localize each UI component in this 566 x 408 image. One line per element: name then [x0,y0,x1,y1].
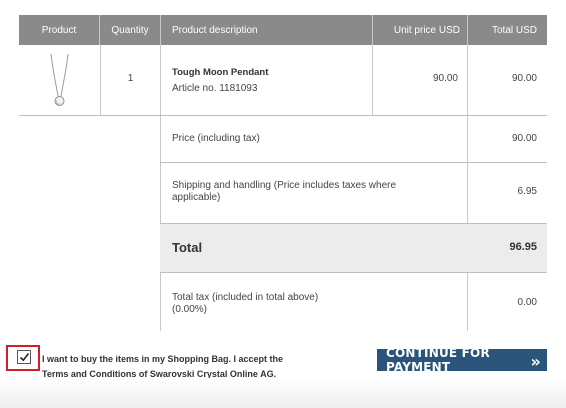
total-tax-rate: (0.00%) [172,304,208,315]
price-incl-tax-value: 90.00 [511,133,537,144]
row-divider [160,272,547,273]
item-total: 90.00 [511,73,537,84]
terms-checkbox[interactable] [17,350,31,364]
item-quantity: 1 [127,73,134,84]
price-incl-tax-label: Price (including tax) [172,133,260,144]
row-divider [19,115,547,116]
item-article-number: Article no. 1181093 [172,83,258,94]
grand-total-value: 96.95 [509,241,537,253]
item-unit-price: 90.00 [432,73,458,84]
header-description: Product description [161,15,373,45]
double-chevron-right-icon: » [530,352,541,371]
shipping-value: 6.95 [517,186,537,197]
row-divider [160,162,547,163]
continue-button-label: CONTINUE FOR PAYMENT [386,346,490,374]
shipping-label: Shipping and handling (Price includes ta… [172,180,397,203]
header-quantity: Quantity [100,15,161,45]
total-tax-label: Total tax (included in total above) [172,292,319,303]
pendant-necklace-icon[interactable] [45,52,75,110]
header-total: Total USD [491,24,537,36]
item-name[interactable]: Tough Moon Pendant [172,67,268,78]
consent-text-prefix: I want to buy the items in my Shopping B… [42,354,284,364]
column-divider [160,45,161,331]
row-divider [160,223,547,224]
header-unit-price: Unit price USD [373,15,468,45]
header-product: Product [19,15,100,45]
grand-total-label: Total [172,240,203,255]
total-tax-value: 0.00 [517,297,537,308]
continue-for-payment-button[interactable]: CONTINUE FOR PAYMENT » [377,346,547,374]
page-bottom-fade [0,378,566,408]
table-header: Product Quantity Product description Uni… [19,15,547,45]
check-icon [19,353,29,362]
